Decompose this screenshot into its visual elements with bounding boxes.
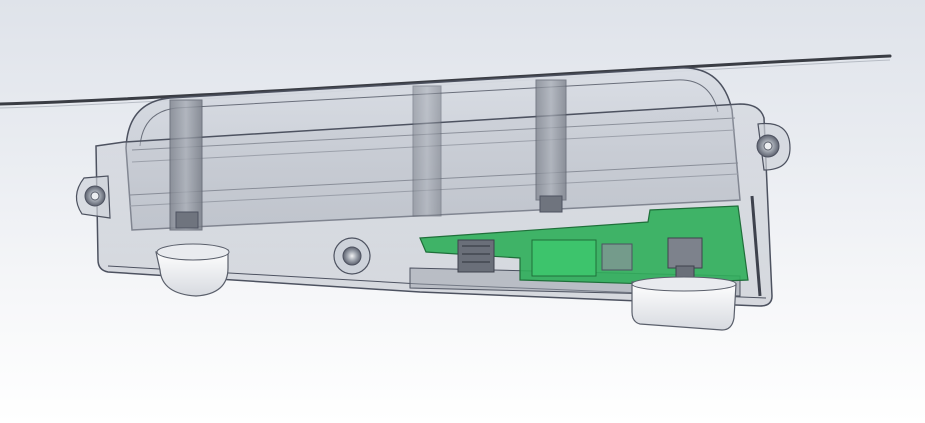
pcb-component xyxy=(531,239,597,277)
pcb-bolt xyxy=(667,237,703,269)
screw-boss[interactable] xyxy=(333,237,371,275)
foot-left[interactable] xyxy=(155,243,230,297)
model-canvas[interactable] xyxy=(0,0,925,423)
foot-right[interactable] xyxy=(631,276,737,331)
cad-viewport[interactable] xyxy=(0,0,925,423)
mounting-tab-left[interactable] xyxy=(75,175,111,219)
pcb-connector xyxy=(457,239,495,273)
